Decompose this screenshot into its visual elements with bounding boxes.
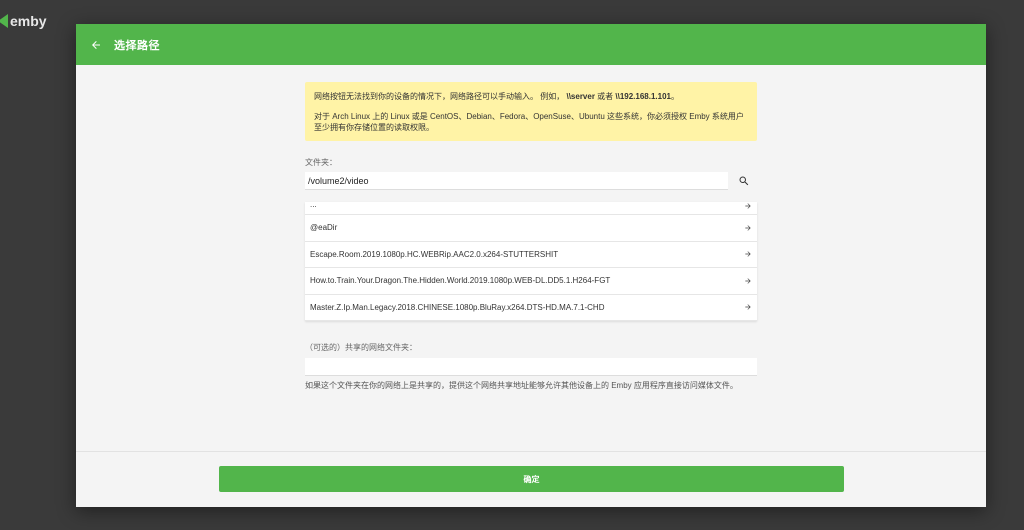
notice-line-1: 网络按钮无法找到你的设备的情况下，网络路径可以手动输入。 例如， \\serve… bbox=[314, 92, 679, 101]
arrow-right-icon bbox=[744, 303, 752, 311]
directory-name: Escape.Room.2019.1080p.HC.WEBRip.AAC2.0.… bbox=[310, 249, 559, 259]
search-icon bbox=[739, 176, 749, 186]
directory-name: How.to.Train.Your.Dragon.The.Hidden.Worl… bbox=[310, 276, 611, 286]
arrow-left-icon bbox=[92, 40, 100, 49]
directory-item[interactable]: How.to.Train.Your.Dragon.The.Hidden.Worl… bbox=[305, 268, 757, 295]
folder-label: 文件夹： bbox=[305, 158, 337, 167]
select-path-dialog: 选择路径 网络按钮无法找到你的设备的情况下，网络路径可以手动输入。 例如， \\… bbox=[76, 24, 986, 507]
confirm-button[interactable]: 确定 bbox=[219, 466, 844, 492]
folder-row bbox=[305, 172, 757, 190]
directory-list: ... @eaDir Escape.Room.2019.1080p.HC.WEB… bbox=[305, 202, 757, 321]
network-share-input[interactable] bbox=[305, 358, 757, 376]
dialog-footer: 确定 bbox=[76, 451, 986, 507]
back-button[interactable] bbox=[88, 37, 104, 53]
network-share-help: 如果这个文件夹在你的网络上是共享的，提供这个网络共享地址能够允许其他设备上的 E… bbox=[305, 381, 738, 390]
brand-name: emby bbox=[10, 13, 47, 29]
directory-name: Master.Z.Ip.Man.Legacy.2018.CHINESE.1080… bbox=[310, 302, 605, 312]
arrow-right-icon bbox=[744, 250, 752, 258]
directory-name: @eaDir bbox=[310, 223, 338, 233]
network-share-label: （可选的）共享的网络文件夹： bbox=[305, 343, 417, 352]
notice-line-2: 对于 Arch Linux 上的 Linux 或是 CentOS、Debian、… bbox=[314, 112, 744, 132]
network-notice: 网络按钮无法找到你的设备的情况下，网络路径可以手动输入。 例如， \\serve… bbox=[305, 82, 757, 141]
directory-item[interactable]: Escape.Room.2019.1080p.HC.WEBRip.AAC2.0.… bbox=[305, 242, 757, 268]
arrow-right-icon bbox=[744, 224, 752, 232]
emby-logo-icon bbox=[0, 14, 8, 28]
folder-path-input[interactable] bbox=[305, 172, 728, 190]
dialog-content: 网络按钮无法找到你的设备的情况下，网络路径可以手动输入。 例如， \\serve… bbox=[305, 82, 757, 391]
dialog-header: 选择路径 bbox=[76, 24, 986, 65]
directory-name: ... bbox=[310, 202, 317, 209]
directory-item[interactable]: Master.Z.Ip.Man.Legacy.2018.CHINESE.1080… bbox=[305, 295, 757, 321]
directory-item-parent[interactable]: ... bbox=[305, 202, 757, 215]
dialog-title: 选择路径 bbox=[114, 39, 160, 52]
emby-logo: emby bbox=[0, 13, 47, 29]
arrow-right-icon bbox=[744, 202, 752, 210]
arrow-right-icon bbox=[744, 277, 752, 285]
directory-item[interactable]: @eaDir bbox=[305, 215, 757, 242]
search-button[interactable] bbox=[737, 174, 751, 188]
